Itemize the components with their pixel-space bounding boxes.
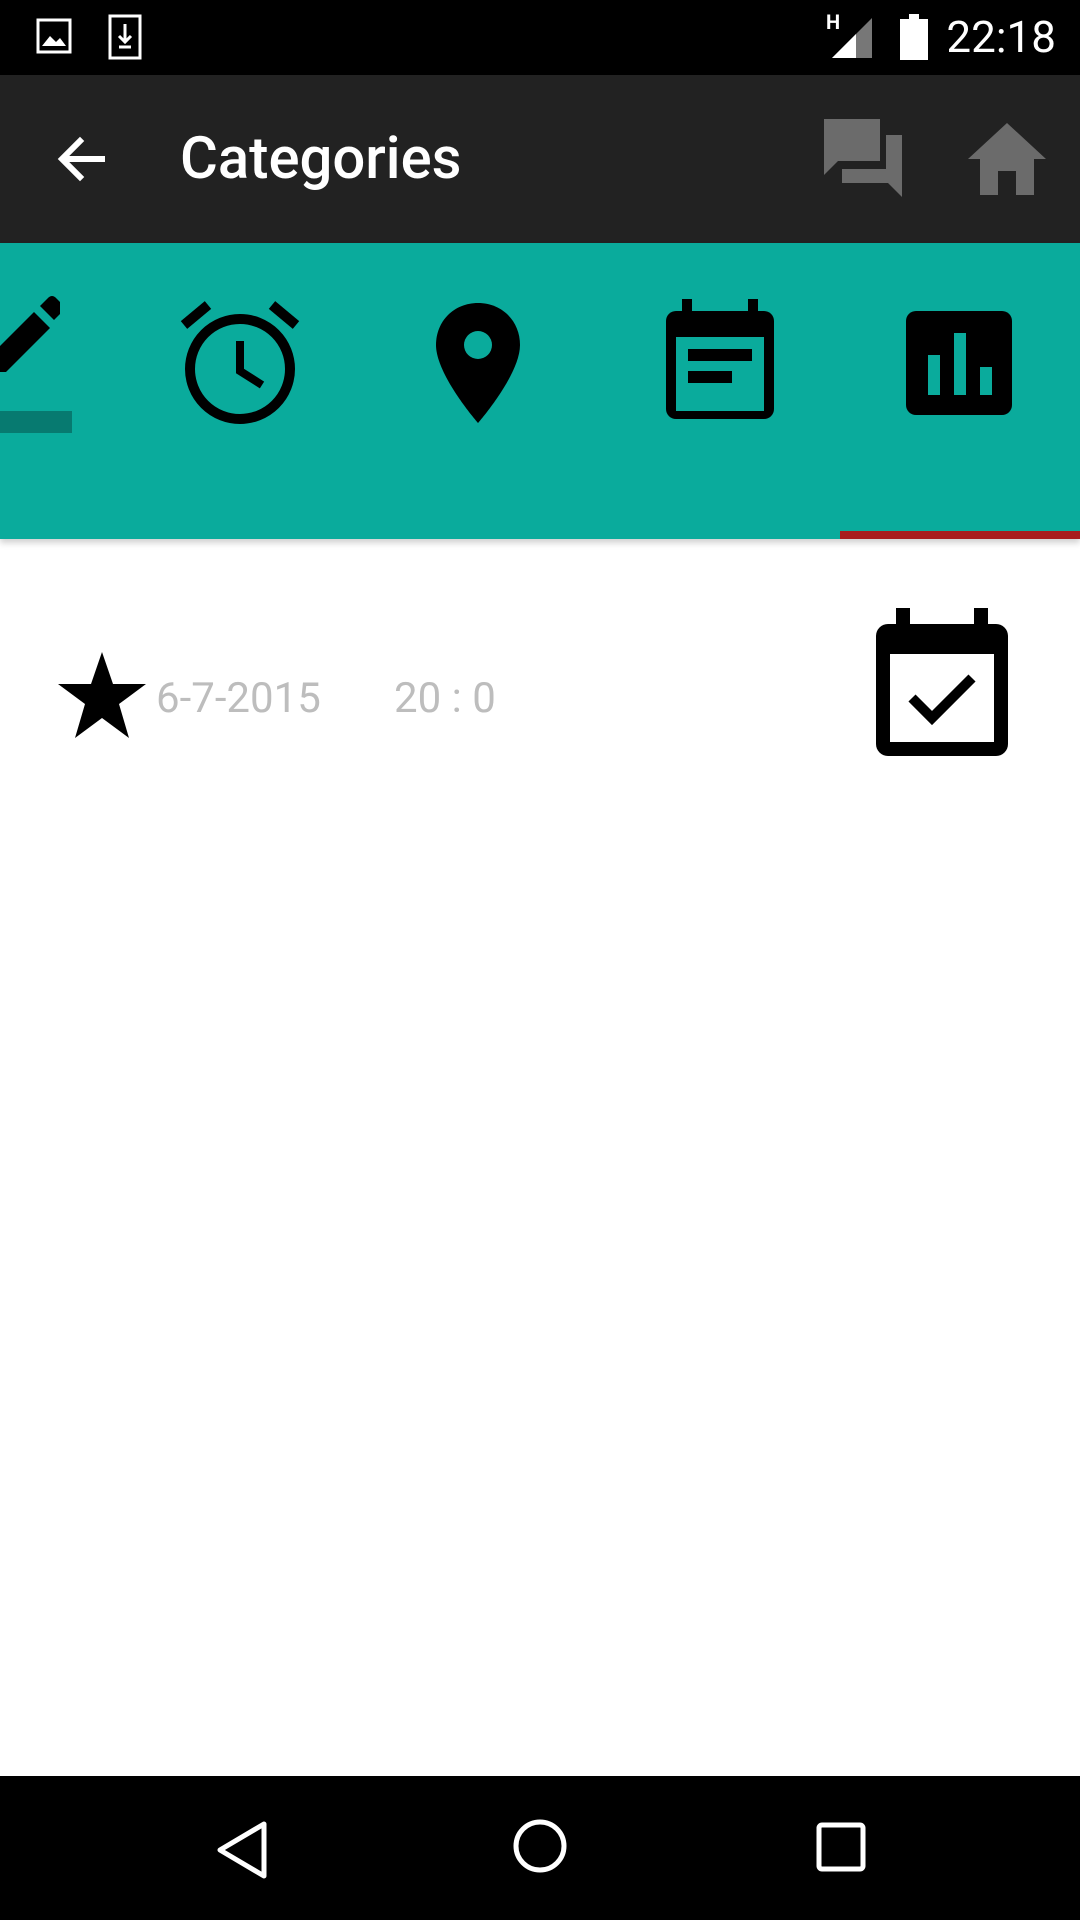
download-icon: [108, 14, 142, 60]
home-nav-icon[interactable]: [512, 1818, 568, 1874]
event-available-icon[interactable]: [874, 606, 1010, 758]
tab-indicator-selected: [840, 531, 1080, 539]
network-type-label: H: [826, 10, 841, 34]
image-icon: [36, 18, 72, 54]
event-note-icon[interactable]: [664, 297, 776, 421]
item-time: 20 : 0: [394, 674, 496, 723]
battery-icon: [900, 14, 928, 60]
app-toolbar: Categories: [0, 75, 1080, 243]
category-tabs: [0, 243, 1080, 539]
forum-icon[interactable]: [820, 115, 906, 201]
star-icon[interactable]: [56, 650, 148, 740]
signal-icon: H: [826, 10, 876, 60]
location-icon[interactable]: [434, 301, 522, 425]
list-item[interactable]: 6-7-2015 20 : 0: [0, 600, 1080, 770]
tab-indicator-previous: [0, 411, 72, 433]
status-bar: H 22:18: [0, 0, 1080, 75]
navigation-bar: [0, 1776, 1080, 1920]
page-title: Categories: [180, 125, 462, 193]
status-time: 22:18: [946, 11, 1056, 63]
edit-icon[interactable]: [0, 288, 64, 378]
chart-icon[interactable]: [904, 309, 1014, 417]
back-nav-icon[interactable]: [214, 1820, 268, 1880]
alarm-icon[interactable]: [178, 301, 302, 425]
arrow-back-icon[interactable]: [52, 129, 112, 189]
recents-nav-icon[interactable]: [816, 1822, 866, 1872]
item-date: 6-7-2015: [156, 674, 321, 723]
home-icon[interactable]: [966, 121, 1048, 197]
